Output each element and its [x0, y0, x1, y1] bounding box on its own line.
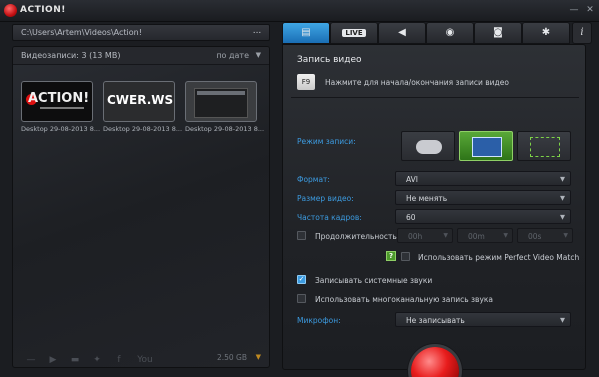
chevron-down-icon: ▼ [560, 175, 565, 183]
region-select-icon [530, 137, 560, 157]
chevron-down-icon: ▼ [560, 213, 565, 221]
title-bar: ACTION! — ✕ [0, 0, 599, 22]
duration-seconds[interactable]: 00s ▼ [517, 228, 573, 243]
tab-screenshot[interactable]: ◙ [474, 22, 522, 44]
recording-thumbnail[interactable]: CWER.WS Desktop 29-08-2013 8... [103, 81, 182, 139]
video-size-value: Не менять [406, 194, 448, 203]
format-value: AVI [406, 175, 418, 184]
microphone-label: Микрофон: [297, 316, 341, 325]
thumbnail-caption: Desktop 29-08-2013 8... [185, 125, 265, 133]
recordings-count: Видеозаписи: 3 (13 MB) [21, 51, 121, 60]
multichannel-checkbox[interactable] [297, 294, 306, 303]
section-title: Запись видео [297, 55, 362, 65]
video-settings-panel: Запись видео F9 Нажмите для начала/оконч… [282, 44, 586, 377]
chevron-down-icon: ▼ [560, 316, 565, 324]
film-icon: ▤ [301, 27, 311, 38]
tab-bar: ▤ LIVE ◀ ◉ ◙ ✱ i [282, 22, 592, 44]
playback-toolbar: — ▶ ▬ ✦ f You [22, 352, 162, 368]
output-path: C:\Users\Artem\Videos\Action! [21, 28, 142, 37]
duration-label: Продолжительность: [315, 232, 400, 241]
format-label: Формат: [297, 175, 330, 184]
fps-label: Частота кадров: [297, 213, 362, 222]
video-size-label: Размер видео: [297, 194, 354, 203]
microphone-value: Не записывать [406, 316, 465, 325]
record-button[interactable] [411, 347, 459, 377]
chevron-down-icon[interactable]: ▼ [256, 51, 261, 59]
tab-live[interactable]: LIVE [330, 22, 378, 44]
perfect-match-label: Использовать режим Perfect Video Match [418, 253, 580, 262]
system-sounds-checkbox[interactable]: ✓ [297, 275, 306, 284]
thumbnail-image[interactable]: CWER.WS [103, 81, 175, 122]
benchmark-icon: ◉ [445, 27, 455, 38]
duration-minutes[interactable]: 00m ▼ [457, 228, 513, 243]
recording-thumbnail[interactable]: Desktop 29-08-2013 8... [185, 81, 264, 139]
browse-button[interactable]: ... [248, 27, 266, 39]
thumbnail-strip [197, 91, 245, 95]
mode-game-button[interactable] [401, 131, 455, 161]
thumbnail-image[interactable]: ACTION! [21, 81, 93, 122]
folder-icon[interactable]: ▬ [66, 352, 84, 368]
info-button[interactable]: i [572, 22, 592, 44]
thumbnail-image[interactable] [185, 81, 257, 122]
facebook-icon[interactable]: f [110, 352, 128, 368]
perfect-match-checkbox[interactable] [401, 252, 410, 261]
fps-value: 60 [406, 213, 416, 222]
settings-area: ▤ LIVE ◀ ◉ ◙ ✱ i Запись видео F9 Нажмите… [282, 22, 592, 377]
output-path-bar: C:\Users\Artem\Videos\Action! ... [12, 24, 270, 41]
fps-dropdown[interactable]: 60 ▼ [395, 209, 571, 224]
desktop-icon [472, 137, 502, 157]
video-size-dropdown[interactable]: Не менять ▼ [395, 190, 571, 205]
thumbnail-logo: CWER.WS [107, 93, 174, 107]
system-sounds-label: Записывать системные звуки [315, 276, 433, 285]
remove-icon[interactable]: — [22, 352, 40, 368]
thumbnail-subtitle-line [40, 107, 84, 109]
minimize-icon[interactable]: — [567, 4, 581, 16]
media-browser: C:\Users\Artem\Videos\Action! ... Видеоз… [12, 24, 270, 368]
duration-minutes-value: 00m [468, 232, 485, 241]
recording-mode-label: Режим записи: [297, 137, 356, 146]
free-space: 2.50 GB [216, 353, 247, 362]
mode-desktop-button[interactable] [459, 131, 513, 161]
app-logo-icon [4, 4, 17, 17]
camera-icon: ◙ [493, 27, 503, 38]
gear-icon: ✱ [541, 27, 551, 38]
gamepad-icon [416, 140, 442, 154]
recording-thumbnail[interactable]: ACTION! Desktop 29-08-2013 8... [21, 81, 100, 139]
recordings-panel: Видеозаписи: 3 (13 MB) по дате ▼ ACTION!… [12, 46, 270, 368]
tab-settings[interactable]: ✱ [522, 22, 570, 44]
hotkey-hint: Нажмите для начала/окончания записи виде… [325, 78, 509, 87]
chevron-down-icon[interactable]: ▼ [256, 353, 261, 361]
youtube-icon[interactable]: You [130, 352, 160, 368]
chevron-down-icon: ▼ [560, 194, 565, 202]
duration-hours[interactable]: 00h ▼ [397, 228, 453, 243]
mode-region-button[interactable] [517, 131, 571, 161]
tab-benchmark[interactable]: ◉ [426, 22, 474, 44]
play-icon[interactable]: ▶ [44, 352, 62, 368]
format-dropdown[interactable]: AVI ▼ [395, 171, 571, 186]
multichannel-label: Использовать многоканальную запись звука [315, 295, 494, 304]
live-icon: LIVE [342, 29, 366, 37]
duration-checkbox[interactable] [297, 231, 306, 240]
microphone-dropdown[interactable]: Не записывать ▼ [395, 312, 571, 327]
app-title: ACTION! [20, 5, 66, 15]
thumbnail-logo: ACTION! [28, 91, 90, 106]
tab-video-record[interactable]: ▤ [282, 22, 330, 44]
thumbnail-caption: Desktop 29-08-2013 8... [21, 125, 101, 133]
upload-icon[interactable]: ✦ [88, 352, 106, 368]
thumbnail-caption: Desktop 29-08-2013 8... [103, 125, 183, 133]
speaker-icon: ◀ [398, 27, 406, 38]
sort-dropdown[interactable]: по дате [216, 51, 249, 60]
tab-audio[interactable]: ◀ [378, 22, 426, 44]
close-icon[interactable]: ✕ [583, 4, 597, 16]
divider [291, 97, 579, 98]
help-icon[interactable]: ? [386, 251, 396, 261]
hotkey-badge[interactable]: F9 [297, 74, 315, 90]
duration-hours-value: 00h [408, 232, 423, 241]
recordings-header: Видеозаписи: 3 (13 MB) по дате ▼ [13, 47, 269, 65]
duration-seconds-value: 00s [528, 232, 542, 241]
